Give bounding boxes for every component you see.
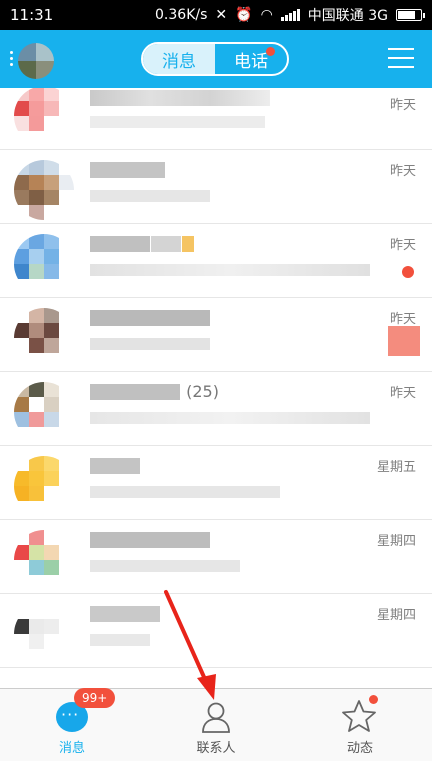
list-item[interactable]: 星期五 (0, 446, 432, 520)
menu-icon[interactable] (388, 48, 414, 75)
tab-messages-bottom[interactable]: 99+ 消息 (0, 688, 144, 762)
calls-notification-dot (266, 47, 275, 56)
list-item[interactable]: 昨天 (0, 298, 432, 372)
contact-avatar (14, 530, 74, 590)
contact-avatar (14, 308, 74, 368)
group-member-count: (25) (186, 382, 219, 401)
tab-label: 动态 (346, 741, 373, 756)
signal-icon (280, 9, 300, 21)
segmented-control: 消息 电话 (141, 42, 289, 76)
tab-contacts[interactable]: 联系人 (144, 689, 288, 762)
person-icon (202, 702, 230, 733)
conversation-time: 星期五 (376, 460, 416, 475)
top-header: 消息 电话 (0, 30, 432, 88)
list-item[interactable]: 昨天 (0, 88, 432, 150)
mute-icon: ✕ (215, 7, 228, 23)
tab-messages[interactable]: 消息 (143, 44, 215, 74)
list-item[interactable]: 昨天 (0, 150, 432, 224)
list-item[interactable]: 星期四 (0, 594, 432, 668)
conversation-list: 昨天 昨天 昨天 昨天 (25) 昨天 星期五 星期四 星期四 (0, 88, 432, 668)
contact-avatar (14, 604, 74, 664)
contact-avatar (14, 456, 74, 516)
battery-icon (396, 9, 425, 21)
feed-notification-dot (369, 695, 378, 704)
contact-avatar (14, 234, 74, 294)
profile-button[interactable] (10, 43, 55, 79)
list-item[interactable]: 昨天 (0, 224, 432, 298)
tab-calls[interactable]: 电话 (215, 44, 287, 74)
status-bar: 11:31 0.36K/s ✕ ⏰ ◠ 中国联通 3G (0, 0, 432, 30)
carrier-label: 中国联通 3G (307, 8, 388, 24)
tab-feed[interactable]: 动态 (288, 689, 432, 762)
conversation-time: 昨天 (389, 164, 416, 179)
list-item[interactable]: (25) 昨天 (0, 372, 432, 446)
tab-label: 消息 (58, 741, 85, 756)
network-speed: 0.36K/s (155, 7, 208, 23)
conversation-time: 昨天 (389, 98, 416, 113)
status-time: 11:31 (10, 6, 54, 24)
tab-label: 联系人 (196, 741, 236, 756)
contact-avatar (14, 160, 74, 220)
avatar (18, 43, 54, 79)
conversation-time: 昨天 (389, 386, 416, 401)
contact-avatar (14, 88, 74, 146)
unread-count-badge: 99+ (74, 688, 116, 708)
wifi-icon: ◠ (260, 7, 273, 23)
conversation-time: 昨天 (389, 312, 416, 327)
unread-dot (402, 266, 414, 278)
contact-avatar (14, 382, 74, 442)
conversation-time: 昨天 (389, 238, 416, 253)
conversation-time: 星期四 (376, 534, 416, 549)
conversation-time: 星期四 (376, 608, 416, 623)
tab-calls-label: 电话 (234, 51, 268, 72)
list-item[interactable]: 星期四 (0, 520, 432, 594)
drawer-dots-icon (10, 51, 14, 69)
alarm-icon: ⏰ (235, 7, 253, 23)
unread-badge (388, 326, 420, 356)
bottom-tab-bar: 99+ 消息 联系人 动态 (0, 688, 432, 761)
star-icon (342, 700, 376, 732)
